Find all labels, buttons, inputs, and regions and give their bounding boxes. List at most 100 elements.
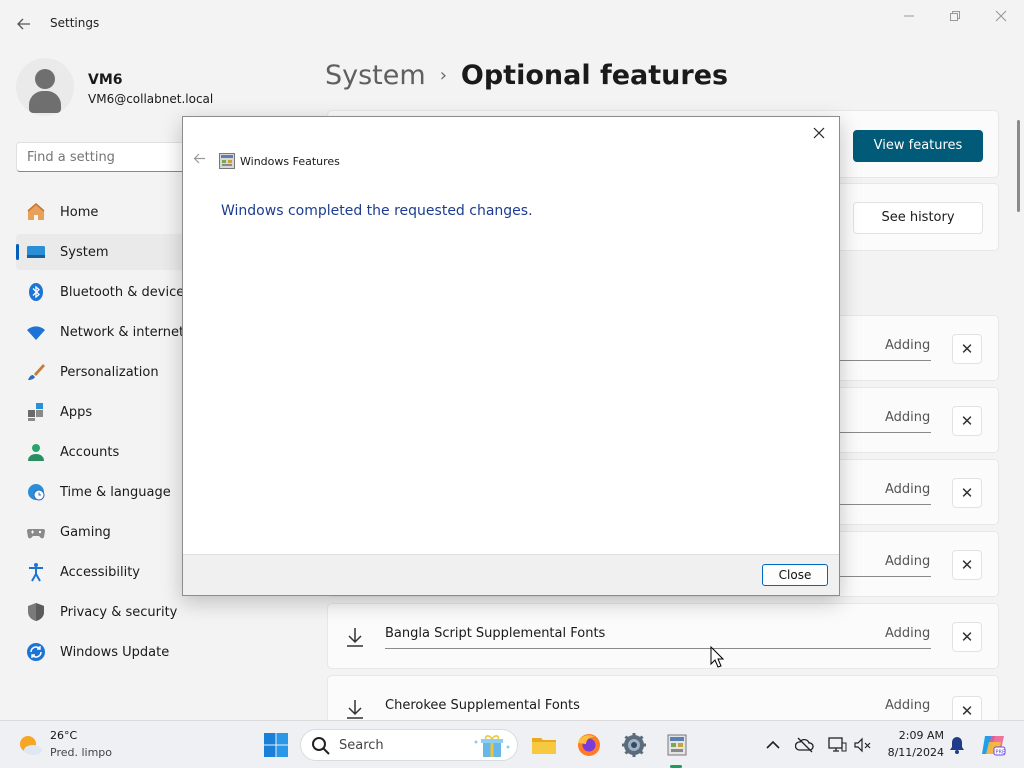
sidebar-item-label: Apps	[60, 404, 93, 420]
feature-name: Bangla Script Supplemental Fonts	[385, 626, 606, 641]
close-icon	[813, 127, 825, 139]
download-icon	[347, 628, 363, 647]
minimize-icon	[904, 15, 914, 17]
cancel-install-button[interactable]: ✕	[952, 334, 982, 364]
windows-features-icon	[219, 153, 235, 169]
gamepad-icon	[26, 522, 46, 542]
feature-name: Cherokee Supplemental Fonts	[385, 698, 580, 713]
chevron-up-icon[interactable]	[763, 735, 783, 755]
globe-clock-icon	[26, 482, 46, 502]
sidebar-item-label: Personalization	[60, 364, 159, 380]
feature-status: Adding	[885, 410, 931, 425]
download-icon	[347, 700, 363, 719]
sidebar-item-label: System	[60, 244, 109, 260]
feature-row: Cherokee Supplemental Fonts Adding ✕	[327, 675, 999, 726]
sidebar-item-label: Time & language	[60, 484, 171, 500]
weather-temp[interactable]: 26°C	[50, 729, 77, 742]
user-name: VM6	[88, 72, 123, 88]
close-icon: ✕	[960, 484, 974, 502]
sidebar-item-label: Accounts	[60, 444, 120, 460]
sidebar-item-label: Accessibility	[60, 564, 140, 580]
close-icon: ✕	[960, 412, 974, 430]
search-icon	[312, 737, 330, 755]
close-icon: ✕	[960, 702, 974, 720]
brush-icon	[26, 362, 46, 382]
taskbar-search[interactable]: Search	[300, 729, 518, 761]
close-icon: ✕	[960, 340, 974, 358]
close-icon	[995, 10, 1007, 22]
sidebar-item-label: Privacy & security	[60, 604, 178, 620]
home-icon	[26, 202, 46, 222]
copilot-icon[interactable]: PRE	[980, 732, 1006, 758]
wifi-icon	[26, 322, 46, 342]
dialog-message: Windows completed the requested changes.	[221, 203, 533, 219]
sidebar-item-label: Network & internet	[60, 324, 185, 340]
shield-icon	[26, 602, 46, 622]
avatar	[16, 58, 74, 116]
accessibility-icon	[26, 562, 46, 582]
mouse-cursor-icon	[710, 646, 724, 668]
restore-button[interactable]	[932, 6, 978, 28]
bluetooth-icon	[26, 282, 46, 302]
close-window-button[interactable]	[978, 6, 1024, 28]
view-features-button[interactable]: View features	[853, 130, 983, 162]
breadcrumb-separator: ›	[439, 65, 447, 86]
arrow-left-icon	[193, 153, 205, 164]
windows-features-dialog: Windows Features Windows completed the r…	[182, 116, 840, 596]
see-history-button[interactable]: See history	[853, 202, 983, 234]
dialog-close-x-button[interactable]	[805, 121, 833, 147]
app-title: Settings	[50, 16, 100, 30]
sidebar-item-label: Gaming	[60, 524, 111, 540]
sidebar-item-label: Windows Update	[60, 644, 170, 660]
search-label: Search	[339, 738, 384, 753]
firefox-icon[interactable]	[575, 731, 603, 759]
weather-condition[interactable]: Pred. limpo	[50, 746, 112, 759]
breadcrumb: System › Optional features	[325, 60, 728, 91]
progress-bar	[385, 648, 931, 649]
windows-start-icon[interactable]	[262, 731, 290, 759]
restore-icon	[950, 11, 960, 21]
clock-date[interactable]: 8/11/2024	[874, 746, 944, 759]
cancel-install-button[interactable]: ✕	[952, 550, 982, 580]
minimize-button[interactable]	[886, 6, 932, 28]
file-explorer-icon[interactable]	[530, 731, 558, 759]
close-icon: ✕	[960, 556, 974, 574]
feature-status: Adding	[885, 554, 931, 569]
cancel-install-button[interactable]: ✕	[952, 622, 982, 652]
system-icon	[26, 242, 46, 262]
taskbar: 26°C Pred. limpo Search 2:09 AM 8/11/202…	[0, 720, 1024, 768]
windows-features-app-icon[interactable]	[663, 731, 691, 759]
page-title: Optional features	[460, 60, 729, 91]
scrollbar-thumb[interactable]	[1017, 120, 1020, 212]
sidebar-item-privacy-security[interactable]: Privacy & security	[16, 594, 216, 630]
onedrive-offline-icon[interactable]	[795, 735, 815, 755]
title-bar: Settings	[0, 0, 1024, 48]
weather-sun-cloud-icon[interactable]	[16, 731, 44, 759]
user-email: VM6@collabnet.local	[88, 92, 214, 106]
breadcrumb-parent[interactable]: System	[325, 60, 426, 91]
sidebar-item-windows-update[interactable]: Windows Update	[16, 634, 216, 670]
back-button[interactable]	[12, 12, 36, 36]
dialog-back-button[interactable]	[189, 151, 209, 171]
feature-status: Adding	[885, 338, 931, 353]
sidebar-item-label: Bluetooth & devices	[60, 284, 191, 300]
settings-gear-icon[interactable]	[620, 731, 648, 759]
cancel-install-button[interactable]: ✕	[952, 478, 982, 508]
feature-status: Adding	[885, 626, 931, 641]
arrow-left-icon	[17, 18, 30, 30]
notification-bell-icon[interactable]	[947, 735, 967, 755]
cancel-install-button[interactable]: ✕	[952, 406, 982, 436]
clock-time[interactable]: 2:09 AM	[884, 729, 944, 742]
sidebar-item-label: Home	[60, 204, 99, 220]
display-network-icon[interactable]	[827, 735, 847, 755]
feature-status: Adding	[885, 698, 931, 713]
close-button[interactable]: Close	[762, 564, 828, 586]
feature-status: Adding	[885, 482, 931, 497]
svg-text:PRE: PRE	[996, 750, 1006, 756]
feature-row: Bangla Script Supplemental Fonts Adding …	[327, 603, 999, 669]
speaker-muted-icon[interactable]	[853, 735, 873, 755]
dialog-footer: Close	[183, 554, 839, 595]
apps-icon	[26, 402, 46, 422]
accounts-icon	[26, 442, 46, 462]
close-icon: ✕	[960, 628, 974, 646]
